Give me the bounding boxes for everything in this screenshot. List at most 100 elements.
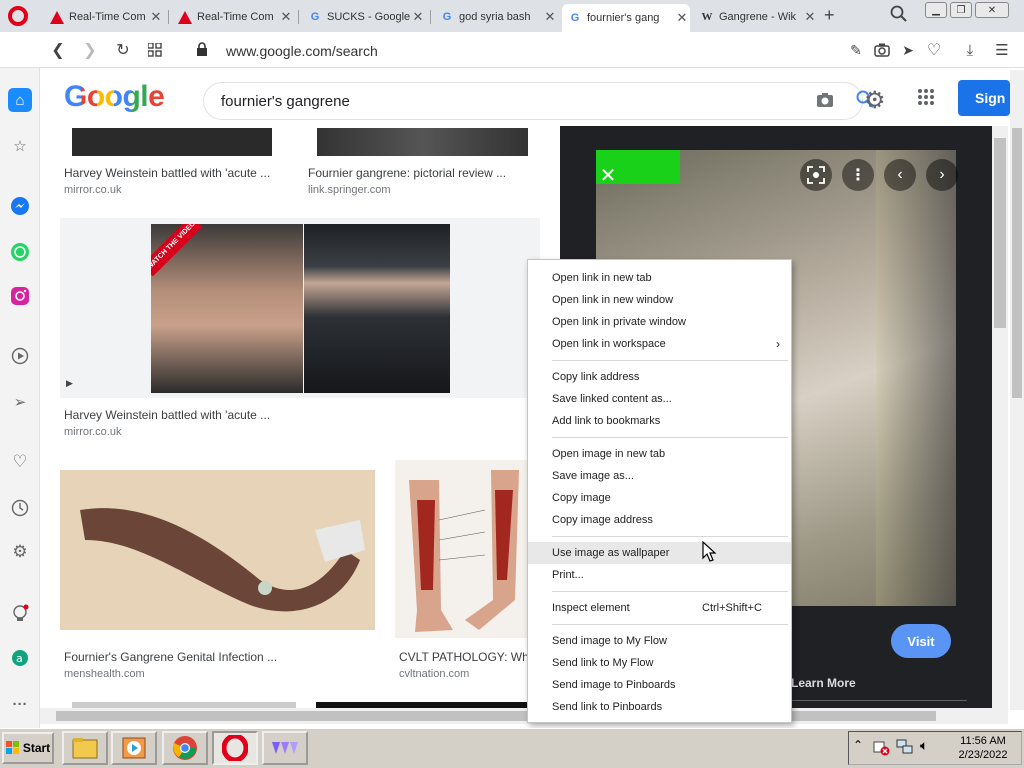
next-icon[interactable]: › bbox=[926, 159, 958, 191]
context-menu-item[interactable]: Open link in new window bbox=[528, 289, 791, 311]
download-icon[interactable]: ⤓ bbox=[960, 40, 980, 60]
search-input[interactable]: fournier's gangrene bbox=[221, 93, 350, 110]
result-image-5[interactable] bbox=[395, 460, 527, 638]
snapshot-icon[interactable] bbox=[872, 40, 892, 60]
more-icon[interactable]: ··· bbox=[8, 692, 32, 716]
search-tabs-icon[interactable] bbox=[890, 5, 910, 25]
google-logo[interactable]: Google bbox=[64, 80, 165, 114]
result-caption[interactable]: CVLT PATHOLOGY: Wh... bbox=[399, 650, 539, 664]
horizontal-scrollbar[interactable] bbox=[40, 708, 1008, 724]
context-menu-item[interactable]: Copy image address bbox=[528, 509, 791, 531]
chrome-task[interactable] bbox=[162, 731, 208, 765]
learn-more-link[interactable]: Learn More bbox=[791, 676, 856, 690]
context-menu-item[interactable]: Send link to Pinboards bbox=[528, 696, 791, 718]
lens-search-icon[interactable] bbox=[800, 159, 832, 191]
pin-icon[interactable]: ☆ bbox=[8, 134, 32, 158]
lock-icon[interactable] bbox=[196, 42, 208, 60]
clock[interactable]: 11:56 AM 2/23/2022 bbox=[950, 734, 1016, 762]
messenger-icon[interactable] bbox=[8, 194, 32, 218]
result-source[interactable]: mirror.co.uk bbox=[64, 184, 121, 196]
close-icon[interactable]: ✕ bbox=[410, 9, 426, 25]
settings-gear-icon[interactable]: ⚙ bbox=[864, 86, 886, 115]
result-caption[interactable]: Harvey Weinstein battled with 'acute ... bbox=[64, 408, 270, 422]
close-icon[interactable]: ✕ bbox=[592, 159, 624, 191]
context-menu-item[interactable]: Use image as wallpaper bbox=[528, 542, 791, 564]
edit-icon[interactable]: ✎ bbox=[846, 40, 866, 60]
forward-icon[interactable]: ❯ bbox=[80, 40, 100, 60]
result-image-2[interactable] bbox=[317, 128, 528, 156]
file-explorer-task[interactable] bbox=[62, 731, 108, 765]
horizontal-scrollbar-thumb[interactable] bbox=[56, 711, 936, 721]
more-options-icon[interactable]: ⋮ bbox=[842, 159, 874, 191]
camera-search-icon[interactable] bbox=[816, 92, 834, 111]
result-image-3b[interactable] bbox=[304, 224, 450, 393]
opera-menu-icon[interactable] bbox=[8, 6, 28, 26]
result-source[interactable]: cvltnation.com bbox=[399, 668, 469, 680]
context-menu-item[interactable]: Send image to Pinboards bbox=[528, 674, 791, 696]
volume-icon[interactable]: 🔈︎ bbox=[920, 737, 928, 754]
start-button[interactable]: Start bbox=[2, 732, 54, 764]
media-player-task[interactable] bbox=[111, 731, 157, 765]
settings-gear-icon[interactable]: ⚙ bbox=[8, 540, 32, 564]
show-hidden-icons[interactable]: ⌃ bbox=[853, 738, 863, 752]
page-scrollbar[interactable] bbox=[1010, 70, 1024, 710]
tab-3[interactable]: G SUCKS - Google ✕ bbox=[302, 4, 426, 30]
context-menu-item[interactable]: Add link to bookmarks bbox=[528, 410, 791, 432]
context-menu-item[interactable]: Copy image bbox=[528, 487, 791, 509]
context-menu-item[interactable]: Open link in workspace › bbox=[528, 333, 791, 355]
scrollbar-thumb[interactable] bbox=[994, 138, 1006, 328]
tab-2[interactable]: Real-Time Com ✕ bbox=[172, 4, 294, 30]
player-icon[interactable] bbox=[8, 344, 32, 368]
context-menu-item[interactable]: Open link in private window bbox=[528, 311, 791, 333]
whatsapp-icon[interactable] bbox=[8, 240, 32, 264]
network-icon[interactable] bbox=[896, 738, 914, 759]
context-menu-item[interactable]: Send image to My Flow bbox=[528, 630, 791, 652]
speed-dial-icon[interactable] bbox=[145, 40, 165, 60]
context-menu-item[interactable]: Open image in new tab bbox=[528, 443, 791, 465]
network-warning-icon[interactable] bbox=[872, 738, 890, 759]
send-icon[interactable]: ➤ bbox=[898, 40, 918, 60]
context-menu-item[interactable]: Print... bbox=[528, 564, 791, 586]
context-menu-item[interactable]: Copy link address bbox=[528, 366, 791, 388]
result-source[interactable]: menshealth.com bbox=[64, 668, 145, 680]
aria-icon[interactable]: a bbox=[8, 646, 32, 670]
play-icon[interactable]: ▶ bbox=[66, 378, 73, 389]
result-image-1[interactable] bbox=[72, 128, 272, 156]
minimize-button[interactable]: ▁ bbox=[925, 2, 947, 18]
bookmarks-heart-icon[interactable]: ♡ bbox=[8, 450, 32, 474]
sign-in-button[interactable]: Sign bbox=[958, 80, 1010, 116]
result-caption[interactable]: Fournier's Gangrene Genital Infection ..… bbox=[64, 650, 277, 664]
result-caption[interactable]: Fournier gangrene: pictorial review ... bbox=[308, 166, 506, 180]
tab-5-active[interactable]: G fournier's gang ✕ bbox=[562, 4, 690, 32]
tab-6[interactable]: W Gangrene - Wik ✕ bbox=[694, 4, 818, 30]
reload-icon[interactable]: ↻ bbox=[113, 40, 133, 60]
close-icon[interactable]: ✕ bbox=[542, 9, 558, 25]
easy-setup-icon[interactable]: ☰ bbox=[992, 40, 1012, 60]
history-icon[interactable] bbox=[8, 496, 32, 520]
result-image-4[interactable] bbox=[60, 470, 375, 630]
tips-lightbulb-icon[interactable] bbox=[8, 602, 32, 626]
result-source[interactable]: mirror.co.uk bbox=[64, 426, 121, 438]
close-icon[interactable]: ✕ bbox=[674, 10, 690, 26]
restore-button[interactable]: ❐ bbox=[950, 2, 972, 18]
context-menu-item[interactable]: Open link in new tab bbox=[528, 267, 791, 289]
close-window-button[interactable]: ✕ bbox=[975, 2, 1009, 18]
context-menu-item[interactable]: Inspect element Ctrl+Shift+C bbox=[528, 597, 791, 619]
visit-button[interactable]: Visit bbox=[891, 624, 951, 658]
apps-grid-icon[interactable] bbox=[917, 88, 935, 109]
instagram-icon[interactable] bbox=[8, 284, 32, 308]
tab-4[interactable]: G god syria bash ✕ bbox=[434, 4, 558, 30]
my-flow-icon[interactable]: ➢ bbox=[8, 390, 32, 414]
app-task[interactable] bbox=[262, 731, 308, 765]
heart-icon[interactable]: ♡ bbox=[924, 40, 944, 60]
opera-task[interactable] bbox=[212, 731, 258, 765]
vertical-scrollbar[interactable] bbox=[992, 126, 1008, 710]
result-image-3a[interactable]: WATCH THE VIDEO bbox=[151, 224, 303, 393]
home-icon[interactable]: ⌂ bbox=[8, 88, 32, 112]
tab-1[interactable]: Real-Time Com ✕ bbox=[44, 4, 164, 30]
result-caption[interactable]: Harvey Weinstein battled with 'acute ... bbox=[64, 166, 270, 180]
new-tab-button[interactable]: + bbox=[824, 5, 835, 26]
context-menu-item[interactable]: Save image as... bbox=[528, 465, 791, 487]
close-icon[interactable]: ✕ bbox=[278, 9, 294, 25]
url-field[interactable]: www.google.com/search bbox=[226, 43, 378, 59]
